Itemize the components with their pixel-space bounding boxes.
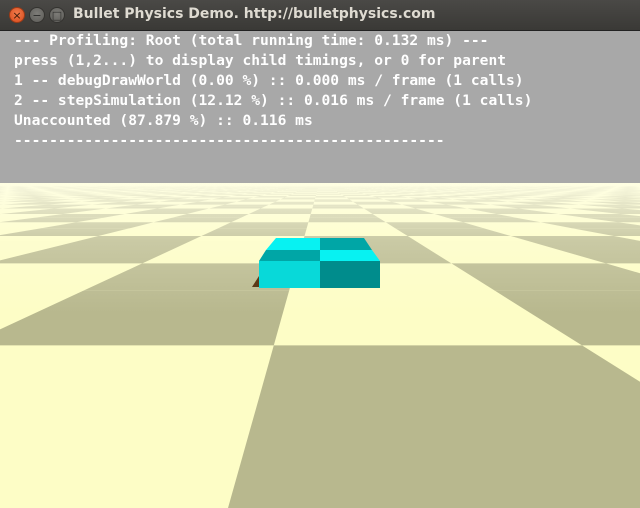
- title-bar[interactable]: × − □ Bullet Physics Demo. http://bullet…: [0, 0, 640, 31]
- close-icon: ×: [12, 8, 22, 22]
- profiling-overlay: --- Profiling: Root (total running time:…: [0, 31, 640, 183]
- app-window: × − □ Bullet Physics Demo. http://bullet…: [0, 0, 640, 508]
- profile-header: --- Profiling: Root (total running time:…: [14, 32, 489, 49]
- profile-unaccounted: Unaccounted (87.879 %) :: 0.116 ms: [14, 112, 313, 129]
- box-top-face: [320, 250, 380, 261]
- box-front-face: [259, 261, 320, 288]
- box-front-face: [320, 261, 380, 288]
- minimize-icon: −: [32, 8, 42, 22]
- box-top-face: [259, 250, 320, 261]
- maximize-window-button[interactable]: □: [49, 7, 65, 23]
- profile-entry-debugdrawworld: 1 -- debugDrawWorld (0.00 %) :: 0.000 ms…: [14, 72, 524, 89]
- profile-separator: ----------------------------------------…: [14, 132, 445, 149]
- box-top-face: [320, 238, 372, 250]
- cyan-box: [259, 238, 380, 288]
- profile-instructions: press (1,2...) to display child timings,…: [14, 52, 507, 69]
- window-title: Bullet Physics Demo. http://bulletphysic…: [73, 6, 436, 22]
- profile-entry-stepsimulation: 2 -- stepSimulation (12.12 %) :: 0.016 m…: [14, 92, 533, 109]
- distance-fog: [0, 183, 640, 508]
- render-viewport[interactable]: --- Profiling: Root (total running time:…: [0, 31, 640, 508]
- maximize-icon: □: [51, 8, 63, 22]
- close-window-button[interactable]: ×: [9, 7, 25, 23]
- minimize-window-button[interactable]: −: [29, 7, 45, 23]
